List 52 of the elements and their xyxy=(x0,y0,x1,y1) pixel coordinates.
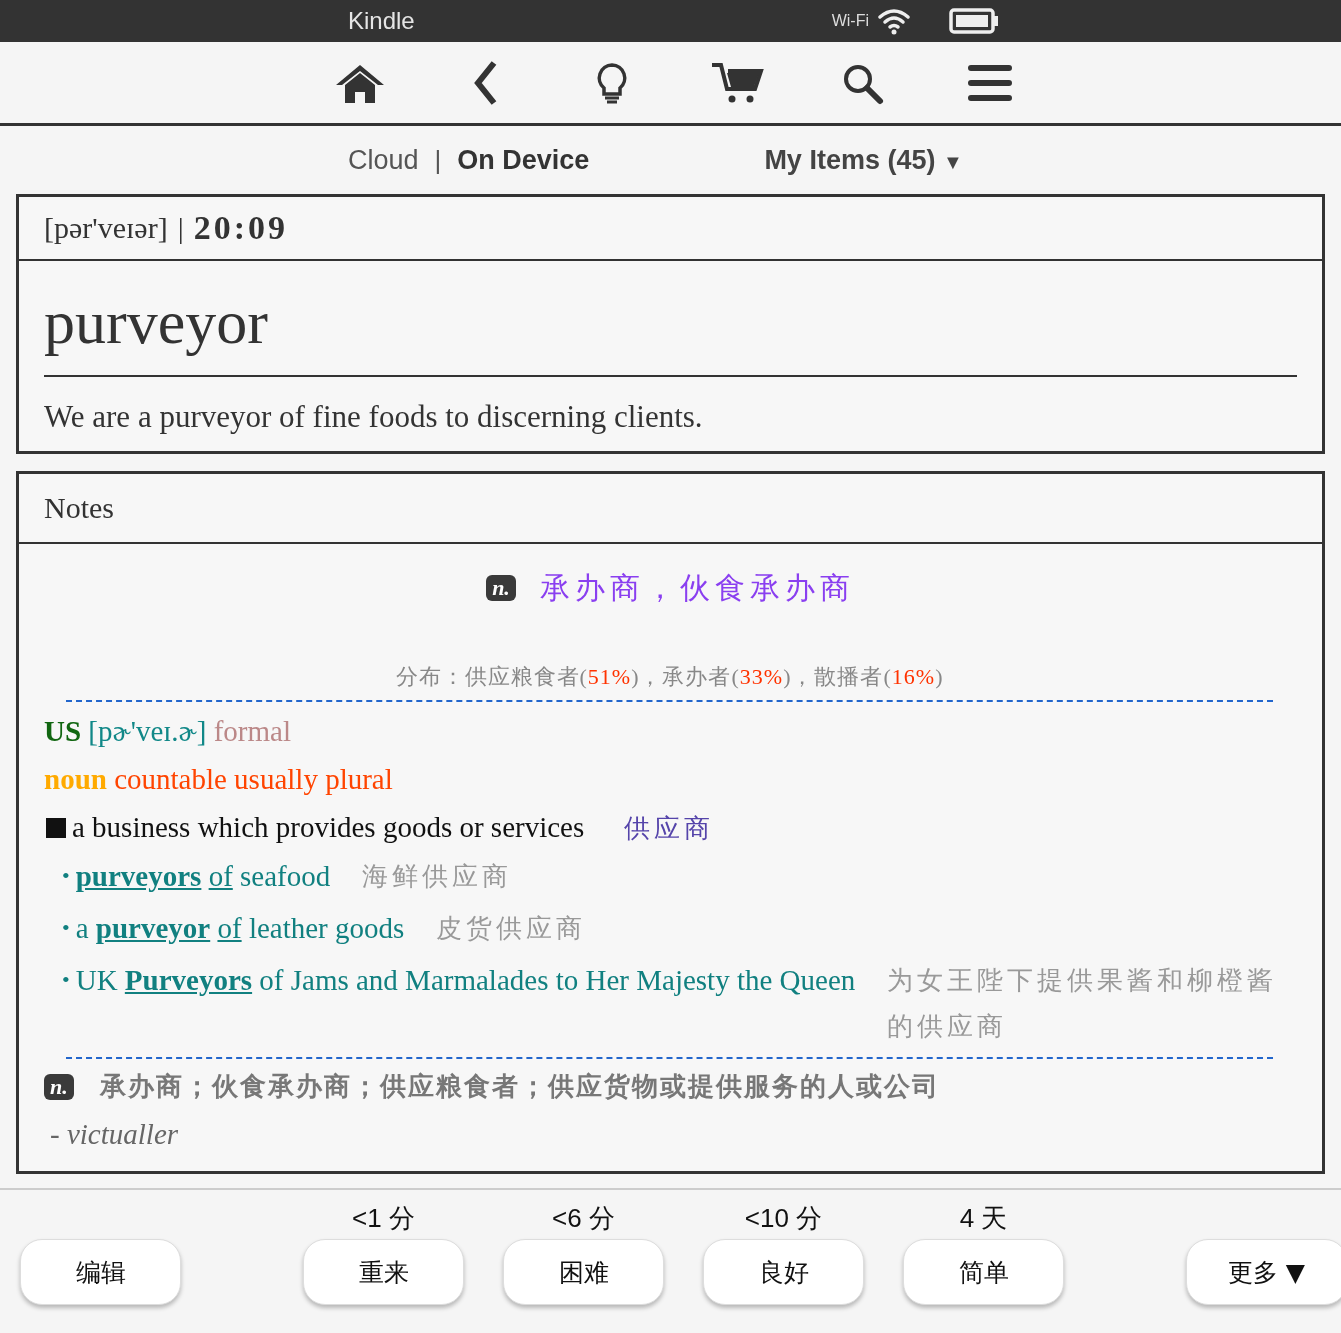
word-link[interactable]: of xyxy=(217,912,242,944)
headword: purveyor xyxy=(44,261,1297,377)
review-button[interactable]: 重来 xyxy=(303,1239,464,1305)
pronunciation: [pər'veɪər] xyxy=(44,211,168,245)
interval-label: <1 分 xyxy=(352,1202,415,1235)
example-translation: 海鲜供应商 xyxy=(362,860,514,893)
word-class: noun xyxy=(44,763,107,795)
bullet: • xyxy=(62,914,70,942)
definition-translation: 供应商 xyxy=(624,813,715,843)
items-filter[interactable]: My Items (45) ▼ xyxy=(764,144,963,176)
library-tab[interactable]: On Device xyxy=(457,144,590,176)
example-sentence: We are a purveyor of fine foods to discerning clients. xyxy=(43,398,704,436)
example-translation: 为女王陛下提供果酱和柳橙酱的供应商 xyxy=(887,964,1279,1043)
review-button[interactable]: 困难 xyxy=(503,1239,664,1305)
notes-title: Notes xyxy=(44,491,114,525)
wifi-label: Wi-Fi xyxy=(831,12,869,30)
separator: | xyxy=(177,211,184,245)
region-label: US xyxy=(44,715,82,747)
example-sentence: a purveyor of leather goods xyxy=(75,911,405,946)
square-bullet-icon xyxy=(46,818,66,838)
example-sentence: purveyors of seafood xyxy=(75,859,331,894)
definition-summary: 承办商；伙食承办商；供应粮食者；供应货物或提供服务的人或公司 xyxy=(99,1070,940,1103)
battery-icon xyxy=(949,7,1001,35)
example-sentence: UK Purveyors of Jams and Marmalades to Her Majesty the Queen xyxy=(75,963,856,998)
example-translation: 皮货供应商 xyxy=(436,912,588,945)
bullet: • xyxy=(62,862,70,890)
grammar-label: countable usually plural xyxy=(114,763,393,795)
word-link[interactable]: of xyxy=(208,860,233,892)
translation: 承办商，伙食承办商 xyxy=(539,568,855,607)
review-button[interactable]: 更多 ▼ xyxy=(1186,1239,1341,1305)
headword-link[interactable]: purveyor xyxy=(95,912,211,944)
part-of-speech-tag: n. xyxy=(44,1073,74,1100)
time: 20:09 xyxy=(193,209,288,247)
wifi-icon xyxy=(877,7,911,35)
phonetic: [pɚ'veɪ.ɚ] xyxy=(88,715,207,747)
synonym: - victualler xyxy=(49,1117,180,1151)
headword-link[interactable]: Purveyors xyxy=(124,964,253,996)
tab-separator: | xyxy=(434,144,442,176)
app-name: Kindle xyxy=(348,7,416,35)
review-button[interactable]: 良好 xyxy=(703,1239,864,1305)
interval-label: <10 分 xyxy=(744,1202,823,1235)
part-of-speech-tag: n. xyxy=(486,575,516,601)
library-tab[interactable]: Cloud xyxy=(348,144,419,176)
headword-link[interactable]: purveyors xyxy=(75,860,202,892)
definition: a business which provides goods or services xyxy=(72,811,585,843)
review-button[interactable]: 简单 xyxy=(903,1239,1064,1305)
interval-label: 4 天 xyxy=(959,1202,1008,1235)
bullet: • xyxy=(62,966,70,994)
register-label: formal xyxy=(213,715,291,747)
distribution-text: 分布：供应粮食者(51%)，承办者(33%)，散播者(16%) xyxy=(395,664,944,689)
interval-label: <6 分 xyxy=(552,1202,615,1235)
review-button[interactable]: 编辑 xyxy=(20,1239,181,1305)
